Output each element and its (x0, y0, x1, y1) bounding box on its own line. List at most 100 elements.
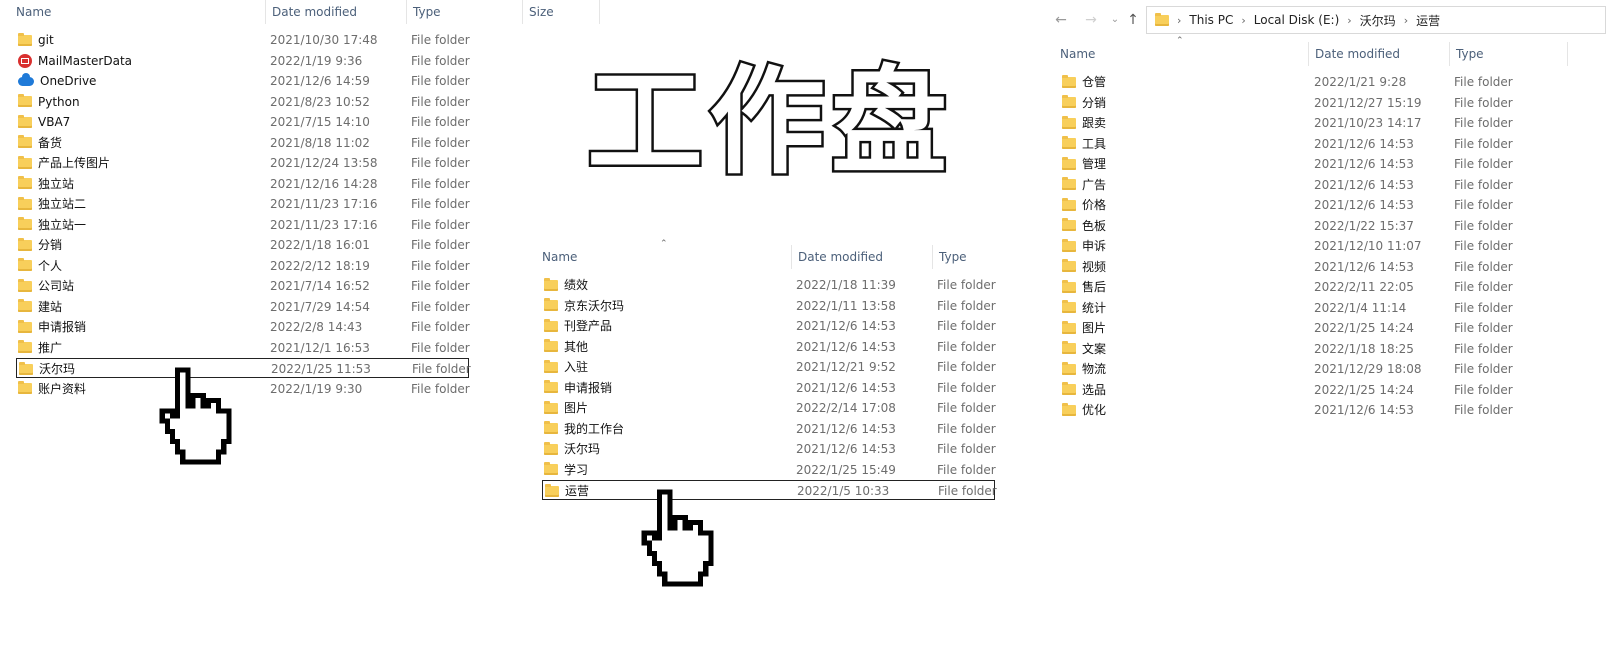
breadcrumb-this-pc[interactable]: This PC (1189, 13, 1233, 27)
column-type[interactable]: Type (1450, 42, 1568, 66)
date-modified: 2021/12/6 14:53 (796, 339, 896, 354)
folder-row[interactable]: 我的工作台 2021/12/6 14:53 File folder (542, 419, 996, 439)
folder-row[interactable]: 独立站一 2021/11/23 17:16 File folder (16, 215, 470, 235)
folder-row[interactable]: MailMasterData 2022/1/19 9:36 File folder (16, 51, 470, 71)
title-text: 工作盘 (585, 55, 953, 190)
back-arrow-icon[interactable]: ← (1052, 10, 1070, 30)
file-name-cell: 视频 (1062, 257, 1106, 277)
folder-row[interactable]: 分销 2022/1/18 16:01 File folder (16, 235, 470, 255)
chevron-right-icon[interactable]: › (1177, 14, 1181, 27)
folder-row[interactable]: 申请报销 2021/12/6 14:53 File folder (542, 378, 996, 398)
folder-icon (18, 114, 32, 128)
folder-row[interactable]: 个人 2022/2/12 18:19 File folder (16, 256, 470, 276)
folder-row[interactable]: Python 2021/8/23 10:52 File folder (16, 92, 470, 112)
file-type: File folder (411, 115, 470, 129)
folder-row[interactable]: 仓管 2022/1/21 9:28 File folder (1060, 72, 1600, 92)
file-name: 入驻 (564, 360, 589, 374)
date-modified: 2022/2/14 17:08 (796, 401, 896, 415)
folder-row[interactable]: 沃尔玛 2021/12/6 14:53 File folder (542, 439, 996, 459)
file-name: VBA7 (38, 115, 71, 129)
folder-row[interactable]: 其他 2021/12/6 14:53 File folder (542, 337, 996, 357)
file-name-cell: 工具 (1062, 134, 1106, 154)
file-name: 色板 (1082, 218, 1107, 233)
up-arrow-icon[interactable]: ↑ (1124, 10, 1142, 30)
file-name-cell: 个人 (18, 256, 62, 276)
folder-row[interactable]: 申请报销 2022/2/8 14:43 File folder (16, 317, 470, 337)
folder-row[interactable]: 价格 2021/12/6 14:53 File folder (1060, 195, 1600, 215)
file-name: 沃尔玛 (564, 442, 601, 456)
folder-icon (1062, 341, 1076, 354)
column-size[interactable]: Size (523, 0, 600, 24)
file-name-cell: 公司站 (18, 276, 74, 296)
folder-row[interactable]: git 2021/10/30 17:48 File folder (16, 30, 470, 50)
folder-row[interactable]: 选品 2022/1/25 14:24 File folder (1060, 380, 1600, 400)
recent-locations-chevron-icon[interactable]: ⌄ (1106, 10, 1124, 30)
date-modified: 2021/8/18 11:02 (270, 135, 370, 150)
folder-row[interactable]: 图片 2022/2/14 17:08 File folder (542, 398, 996, 418)
folder-row[interactable]: 物流 2021/12/29 18:08 File folder (1060, 359, 1600, 379)
folder-row[interactable]: 产品上传图片 2021/12/24 13:58 File folder (16, 153, 470, 173)
folder-row[interactable]: 入驻 2021/12/21 9:52 File folder (542, 357, 996, 377)
file-type: File folder (1454, 362, 1513, 376)
folder-row[interactable]: 备货 2021/8/18 11:02 File folder (16, 133, 470, 153)
folder-row[interactable]: OneDrive 2021/12/6 14:59 File folder (16, 71, 470, 91)
folder-row[interactable]: 公司站 2021/7/14 16:52 File folder (16, 276, 470, 296)
folder-icon (18, 381, 32, 394)
address-bar[interactable]: › This PC › Local Disk (E:) › 沃尔玛 › 运营 (1146, 6, 1606, 34)
chevron-right-icon[interactable]: › (1347, 14, 1351, 27)
folder-row[interactable]: 售后 2022/2/11 22:05 File folder (1060, 277, 1600, 297)
chevron-right-icon[interactable]: › (1241, 14, 1245, 27)
folder-row[interactable]: 绩效 2022/1/18 11:39 File folder (542, 275, 996, 295)
file-type: File folder (1454, 403, 1513, 417)
column-date-modified[interactable]: Date modified (792, 245, 933, 269)
file-type: File folder (1454, 136, 1513, 151)
folder-row[interactable]: 文案 2022/1/18 18:25 File folder (1060, 339, 1600, 359)
file-name: 售后 (1082, 280, 1107, 294)
chevron-right-icon[interactable]: › (1404, 14, 1408, 27)
breadcrumb-operations[interactable]: 运营 (1416, 12, 1440, 29)
folder-icon (1062, 136, 1076, 149)
folder-row[interactable]: 独立站 2021/12/16 14:28 File folder (16, 174, 470, 194)
folder-row[interactable]: 统计 2022/1/4 11:14 File folder (1060, 298, 1600, 318)
date-modified: 2022/1/18 16:01 (270, 238, 370, 252)
date-modified: 2022/2/8 14:43 (270, 320, 363, 334)
folder-row[interactable]: 广告 2021/12/6 14:53 File folder (1060, 175, 1600, 195)
file-name: 图片 (564, 401, 589, 415)
folder-row[interactable]: 刊登产品 2021/12/6 14:53 File folder (542, 316, 996, 336)
folder-row[interactable]: 学习 2022/1/25 15:49 File folder (542, 460, 996, 480)
folder-row[interactable]: 工具 2021/12/6 14:53 File folder (1060, 134, 1600, 154)
file-name-cell: 入驻 (544, 357, 588, 377)
folder-row[interactable]: 优化 2021/12/6 14:53 File folder (1060, 400, 1600, 420)
file-name: 公司站 (38, 279, 75, 293)
file-name-cell: Python (18, 92, 80, 112)
forward-arrow-icon[interactable]: → (1082, 10, 1100, 30)
column-type[interactable]: Type (933, 245, 996, 269)
right-column-header: Name ⌃ Date modified Type (1054, 36, 1606, 66)
folder-row[interactable]: 色板 2022/1/22 15:37 File folder (1060, 216, 1600, 236)
date-modified: 2022/1/25 11:53 (271, 362, 371, 376)
folder-icon (1062, 320, 1076, 334)
folder-row[interactable]: 图片 2022/1/25 14:24 File folder (1060, 318, 1600, 338)
folder-row[interactable]: 推广 2021/12/1 16:53 File folder (16, 338, 470, 358)
date-modified: 2021/10/23 14:17 (1314, 116, 1422, 130)
file-type: File folder (937, 442, 996, 456)
folder-row[interactable]: 账户资料 2022/1/19 9:30 File folder (16, 379, 470, 399)
column-type[interactable]: Type (407, 0, 523, 24)
folder-row[interactable]: 分销 2021/12/27 15:19 File folder (1060, 93, 1600, 113)
folder-row[interactable]: 跟卖 2021/10/23 14:17 File folder (1060, 113, 1600, 133)
breadcrumb-walmart[interactable]: 沃尔玛 (1360, 12, 1396, 29)
folder-row[interactable]: 建站 2021/7/29 14:54 File folder (16, 297, 470, 317)
column-date-modified[interactable]: Date modified (1309, 42, 1450, 66)
left-file-pane: Name ⌃ Date modified Type Size git 2021/1… (0, 0, 600, 420)
sort-asc-icon: ⌃ (132, 0, 140, 4)
folder-row[interactable]: VBA7 2021/7/15 14:10 File folder (16, 112, 470, 132)
breadcrumb-local-disk[interactable]: Local Disk (E:) (1254, 13, 1340, 27)
selected-folder-row[interactable]: 沃尔玛 2022/1/25 11:53 File folder (16, 358, 471, 378)
folder-row[interactable]: 申诉 2021/12/10 11:07 File folder (1060, 236, 1600, 256)
folder-row[interactable]: 独立站二 2021/11/23 17:16 File folder (16, 194, 470, 214)
folder-row[interactable]: 管理 2021/12/6 14:53 File folder (1060, 154, 1600, 174)
folder-row[interactable]: 京东沃尔玛 2022/1/11 13:58 File folder (542, 296, 996, 316)
selected-folder-row[interactable]: 运营 2022/1/5 10:33 File folder (542, 480, 997, 500)
column-date-modified[interactable]: Date modified (266, 0, 407, 24)
folder-row[interactable]: 视频 2021/12/6 14:53 File folder (1060, 257, 1600, 277)
